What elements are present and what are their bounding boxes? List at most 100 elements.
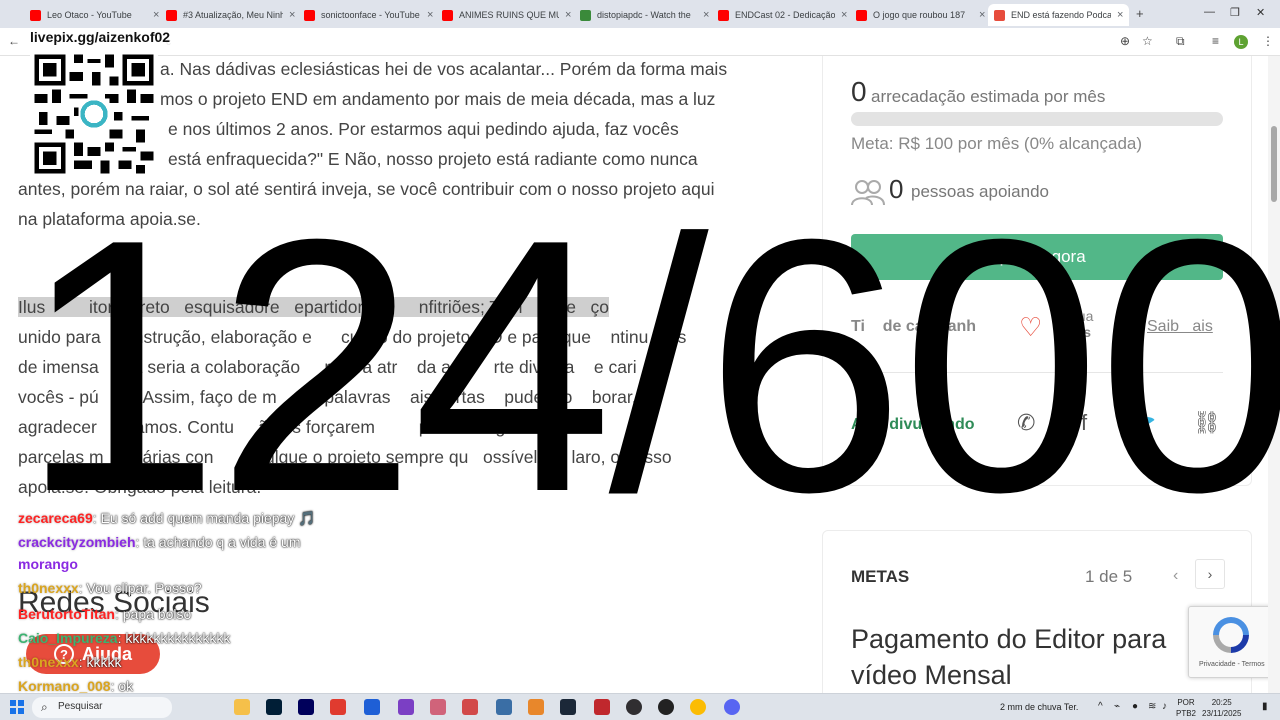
language-code: POR [1177, 698, 1195, 707]
minimize-icon[interactable]: — [1204, 6, 1215, 18]
donation-url: livepix.gg/aizenkof02 [28, 29, 173, 45]
chat-text: morango [18, 556, 78, 572]
taskbar-search-placeholder: Pesquisar [58, 701, 103, 712]
chat-username: Kormano_008 [18, 678, 111, 694]
donation-counter: 124/600 [20, 165, 1280, 567]
recaptcha-badge[interactable]: Privacidade - Termos [1188, 606, 1280, 678]
app-icon[interactable] [430, 699, 446, 715]
browser-tab[interactable]: ANIMES RUINS QUE MU × [436, 4, 577, 26]
tray-chevron-icon[interactable]: ^ [1098, 701, 1103, 712]
steam-icon[interactable] [560, 699, 576, 715]
close-tab-icon[interactable]: × [841, 9, 847, 21]
app-icon[interactable] [496, 699, 512, 715]
goals-page-indicator: 1 de 5 [1085, 567, 1133, 586]
discord-icon[interactable] [724, 699, 740, 715]
close-tab-icon[interactable]: × [153, 9, 159, 21]
language-indicator[interactable]: POR PTB2 [1176, 697, 1196, 719]
close-tab-icon[interactable]: × [565, 9, 571, 21]
app-icon[interactable] [594, 699, 610, 715]
acrobat-icon[interactable] [330, 699, 346, 715]
close-tab-icon[interactable]: × [1117, 9, 1123, 21]
chat-username: crackcityzombieh [18, 534, 136, 550]
browser-tab[interactable]: Leo Otaco - YouTube × [24, 4, 165, 26]
file-explorer-icon[interactable] [234, 699, 250, 715]
recaptcha-icon [1213, 617, 1249, 653]
profile-avatar[interactable]: L [1234, 35, 1248, 49]
new-tab-button[interactable]: + [1136, 6, 1144, 21]
chat-message: morango [18, 556, 78, 572]
tab-title: Leo Otaco - YouTube [47, 10, 132, 20]
search-icon: ⌕ [41, 700, 48, 714]
browser-tab[interactable]: #3 Atualização, Meu Ninho × [160, 4, 301, 26]
tab-favicon-icon [304, 9, 315, 21]
app-icon[interactable] [462, 699, 478, 715]
close-tab-icon[interactable]: × [703, 9, 709, 21]
chat-text: : ta achando q a vida é um [135, 534, 301, 550]
qr-code [30, 50, 158, 178]
chrome-icon[interactable] [690, 699, 706, 715]
close-tab-icon[interactable]: × [427, 9, 433, 21]
app-icon[interactable] [398, 699, 414, 715]
microphone-icon[interactable]: ● [1132, 701, 1138, 712]
app-icon[interactable] [528, 699, 544, 715]
tab-favicon-icon [994, 9, 1005, 21]
goal-progress-bar [851, 112, 1223, 126]
chat-text: : papa bolso [114, 606, 192, 622]
clock-time: 20:25 [1211, 698, 1232, 707]
chat-text: : ok [110, 678, 134, 694]
chat-username: zecareca69 [18, 510, 93, 526]
volume-icon[interactable]: ♪ [1162, 701, 1167, 712]
taskbar-search[interactable]: ⌕ Pesquisar [32, 697, 172, 718]
restore-icon[interactable]: ❐ [1230, 6, 1240, 19]
chat-message: BerutortoTitan: papa bolso [18, 606, 191, 622]
browser-tab[interactable]: distopiapdc - Watch the × [574, 4, 715, 26]
chat-message: zecareca69: Eu só add quem manda piepay … [18, 510, 316, 527]
back-icon[interactable]: ← [8, 34, 20, 48]
goals-prev-button[interactable]: ‹ [1173, 567, 1178, 585]
notifications-icon[interactable]: ▮ [1262, 701, 1268, 712]
browser-tab[interactable]: ENDCast 02 - Dedicação × [712, 4, 853, 26]
chat-text: : kkkkkkkkkkkkkkk [117, 630, 231, 646]
recaptcha-text[interactable]: Privacidade - Termos [1199, 661, 1265, 668]
extensions-icon[interactable]: ⧉ [1176, 34, 1185, 49]
browser-toolbar: ← c ⊕ ☆ ⧉ ≡ ⋮ [0, 28, 1280, 56]
keyboard-layout: PTB2 [1176, 709, 1197, 718]
wifi-icon[interactable]: ≋ [1148, 701, 1156, 712]
close-tab-icon[interactable]: × [289, 9, 295, 21]
taskbar: ⌕ Pesquisar 2 mm de chuva Ter. ^ ⌁ ● ≋ ♪… [0, 693, 1280, 720]
app-icon[interactable] [364, 699, 380, 715]
tab-title: distopiapdc - Watch the [597, 10, 691, 20]
chat-message: Kormano_008: ok [18, 678, 133, 694]
obs-icon[interactable] [626, 699, 642, 715]
app-icon[interactable] [658, 699, 674, 715]
chat-message: th0nexxx: Vou clipar. Posso? [18, 580, 202, 596]
tab-title: sonictoonface - YouTube [321, 10, 420, 20]
close-window-icon[interactable]: ✕ [1256, 6, 1265, 19]
browser-tab[interactable]: sonictoonface - YouTube × [298, 4, 439, 26]
monthly-amount-label: arrecadação estimada por mês [871, 87, 1106, 106]
tab-favicon-icon [166, 9, 177, 21]
goal-title: Pagamento do Editor para vídeo Mensal [851, 624, 1167, 690]
close-tab-icon[interactable]: × [979, 9, 985, 21]
tab-favicon-icon [442, 9, 453, 21]
menu-icon[interactable]: ⋮ [1262, 34, 1274, 48]
weather-text[interactable]: 2 mm de chuva Ter. [1000, 702, 1078, 712]
goal-text: Meta: R$ 100 por mês (0% alcançada) [851, 134, 1143, 153]
chat-message: th0nexxx: kkkkk [18, 654, 121, 670]
zoom-icon[interactable]: ⊕ [1120, 34, 1130, 48]
browser-tab[interactable]: O jogo que roubou 187 × [850, 4, 991, 26]
tab-title: ANIMES RUINS QUE MU [459, 10, 559, 20]
tab-favicon-icon [718, 9, 729, 21]
chat-text: : Eu só add quem manda piepay 🎵 [92, 510, 316, 526]
reading-list-icon[interactable]: ≡ [1212, 34, 1219, 48]
chat-username: Caio_Impureza [18, 630, 118, 646]
clock[interactable]: 20:25 23/11/2025 [1202, 697, 1241, 719]
chat-message: Caio_Impureza: kkkkkkkkkkkkkkk [18, 630, 230, 646]
windows-start-icon[interactable] [10, 700, 24, 714]
tab-favicon-icon [580, 9, 591, 21]
photoshop-icon[interactable] [266, 699, 282, 715]
bookmark-star-icon[interactable]: ☆ [1142, 34, 1153, 48]
network-icon[interactable]: ⌁ [1114, 701, 1120, 712]
premiere-icon[interactable] [298, 699, 314, 715]
browser-tab[interactable]: END está fazendo Podcas × [988, 4, 1130, 26]
